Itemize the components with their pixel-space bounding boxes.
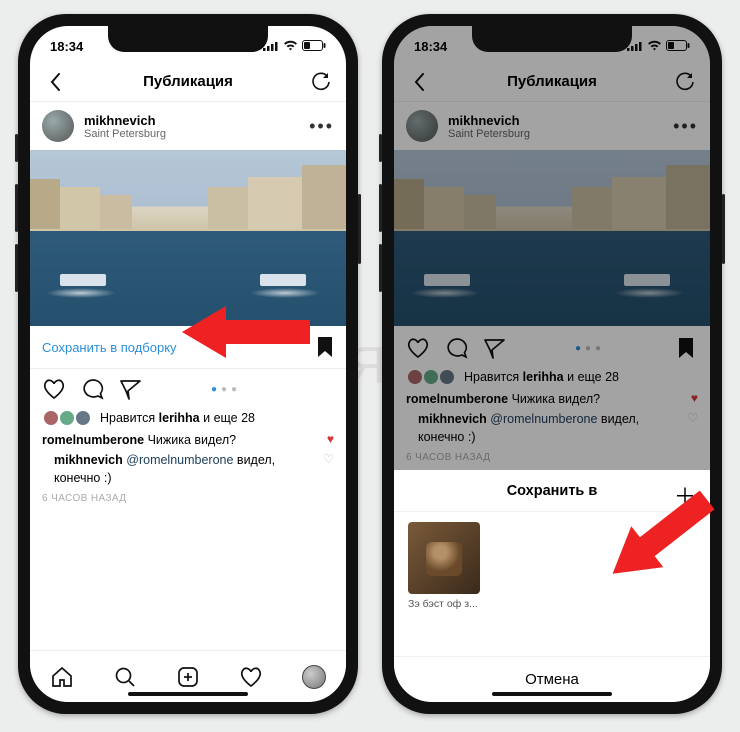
- liker-avatar: [74, 409, 92, 427]
- likes-row[interactable]: Нравится lerihha и еще 28: [30, 409, 346, 431]
- timestamp: 6 ЧАСОВ НАЗАД: [30, 489, 346, 508]
- action-row: ●●●: [30, 369, 346, 409]
- tab-profile[interactable]: [301, 664, 327, 690]
- carousel-dots: ●●●: [211, 384, 241, 395]
- comment-user[interactable]: mikhnevich: [54, 453, 123, 467]
- more-button[interactable]: •••: [309, 116, 334, 137]
- wifi-icon: [283, 39, 298, 54]
- avatar[interactable]: [42, 110, 74, 142]
- post-header: mikhnevich Saint Petersburg •••: [30, 102, 346, 150]
- mention[interactable]: @romelnumberone: [126, 453, 233, 467]
- post-username[interactable]: mikhnevich: [84, 113, 166, 128]
- comment-like-icon[interactable]: ♡: [323, 451, 334, 468]
- annotation-arrow-right: [582, 468, 722, 618]
- collection-item[interactable]: Зэ бэст оф з...: [408, 522, 480, 610]
- phone-frame-right: 18:34 Публикация: [382, 14, 722, 714]
- collection-thumb: [408, 522, 480, 594]
- status-time: 18:34: [50, 39, 83, 54]
- collection-name: Зэ бэст оф з...: [408, 598, 480, 610]
- modal-overlay[interactable]: [394, 26, 710, 471]
- comment-user[interactable]: romelnumberone: [42, 433, 144, 447]
- comment: ♥ romelnumberone Чижика видел?: [30, 431, 346, 451]
- navbar: Публикация: [30, 62, 346, 102]
- notch: [472, 26, 632, 52]
- tab-activity[interactable]: [238, 664, 264, 690]
- bookmark-icon[interactable]: [316, 336, 334, 358]
- share-button[interactable]: [118, 377, 142, 401]
- phone-frame-left: 18:34 Публикация: [18, 14, 358, 714]
- save-to-collection-link[interactable]: Сохранить в подборку: [42, 340, 177, 355]
- battery-icon: [302, 39, 326, 54]
- annotation-arrow-left: [182, 298, 310, 366]
- notch: [108, 26, 268, 52]
- tab-home[interactable]: [49, 664, 75, 690]
- comment-like-icon[interactable]: ♥: [327, 431, 334, 448]
- post-location[interactable]: Saint Petersburg: [84, 128, 166, 140]
- page-title: Публикация: [143, 73, 233, 90]
- back-button[interactable]: [44, 71, 66, 93]
- tab-new-post[interactable]: [175, 664, 201, 690]
- comment-button[interactable]: [80, 377, 104, 401]
- like-button[interactable]: [42, 377, 66, 401]
- reload-button[interactable]: [310, 71, 332, 93]
- home-indicator[interactable]: [128, 692, 248, 696]
- tab-search[interactable]: [112, 664, 138, 690]
- comment-reply: ♡ mikhnevich @romelnumberone видел, коне…: [30, 451, 346, 489]
- home-indicator[interactable]: [492, 692, 612, 696]
